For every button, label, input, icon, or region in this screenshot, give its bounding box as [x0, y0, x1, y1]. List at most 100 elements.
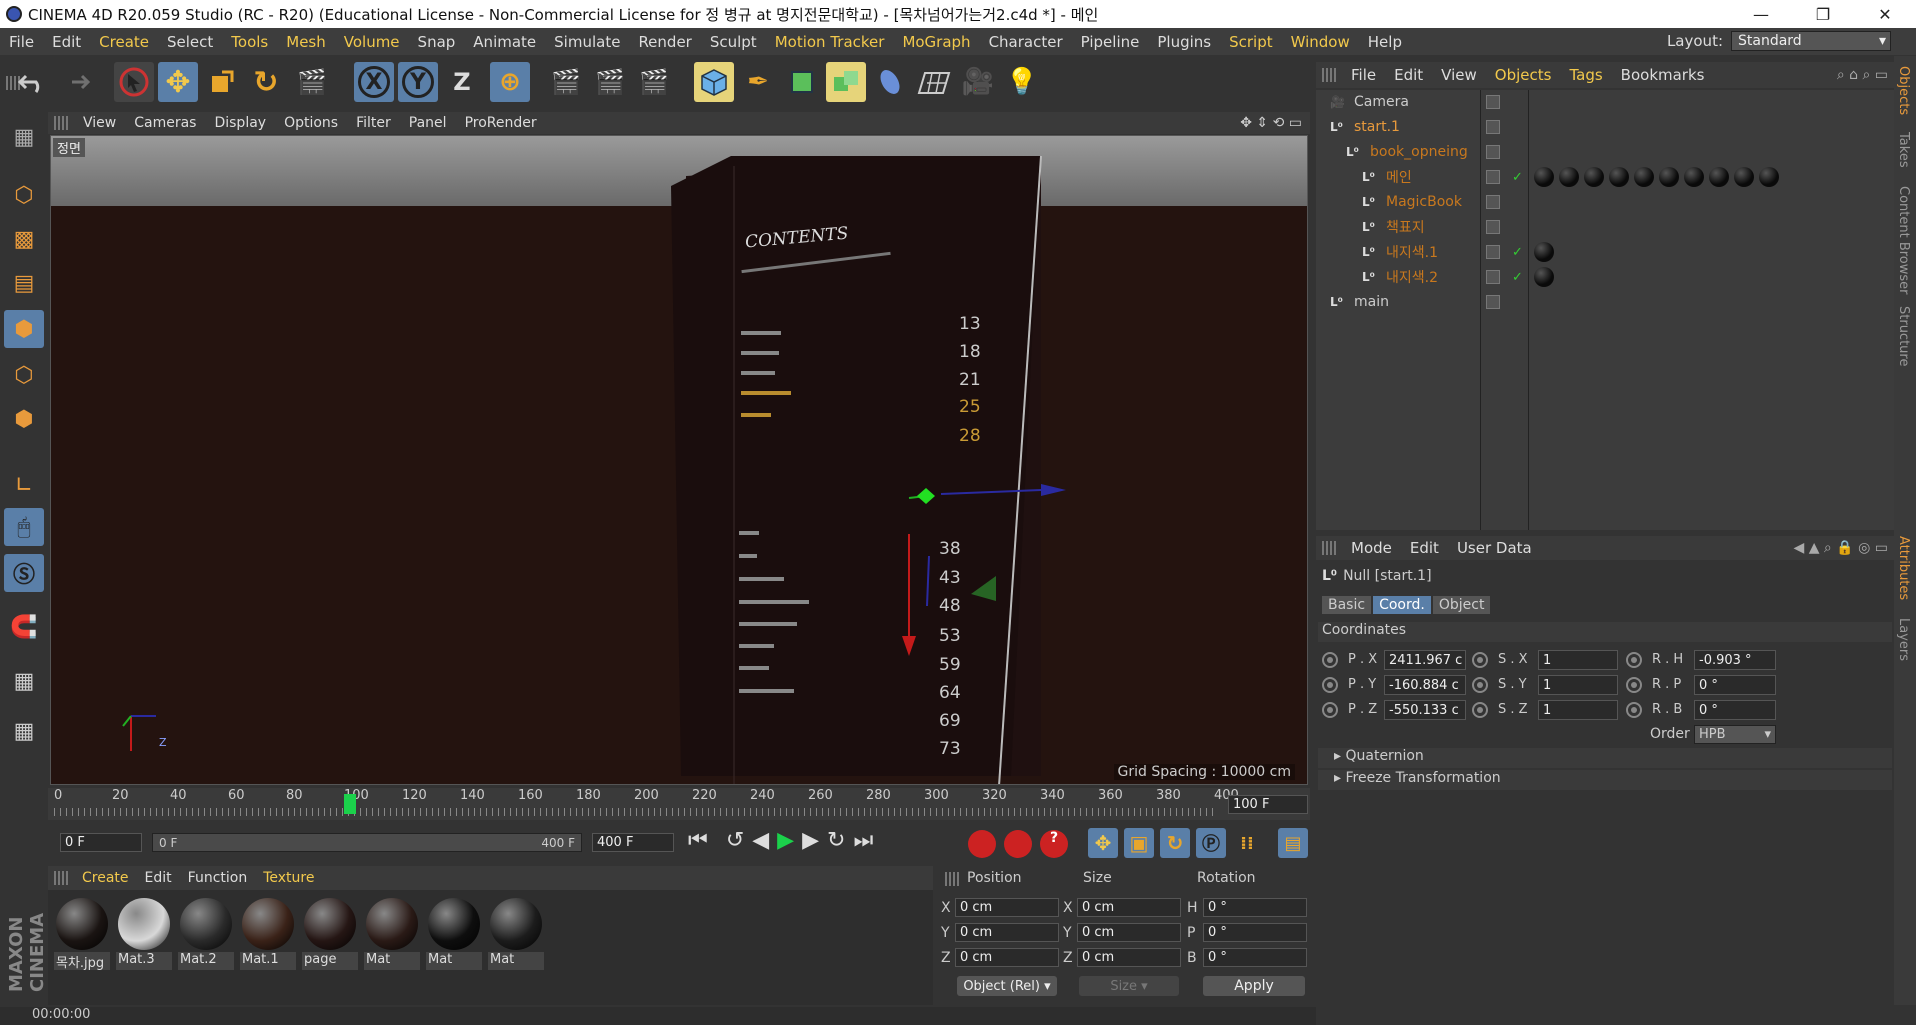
position-x-field[interactable]: 0 cm [955, 898, 1059, 917]
key-pla-icon[interactable]: ⁞⁞ [1232, 828, 1262, 858]
material-tag-icon[interactable] [1584, 167, 1604, 187]
rh-animate-toggle[interactable] [1626, 652, 1642, 668]
workplane-lock-button[interactable]: ▦ [4, 662, 44, 700]
y-axis-button[interactable]: Y [398, 62, 438, 102]
sz-animate-toggle[interactable] [1472, 702, 1488, 718]
enabled-check-icon[interactable]: ✓ [1512, 270, 1523, 285]
render-picture-viewer-button[interactable]: 🎬 [590, 62, 630, 102]
menu-snap[interactable]: Snap [409, 33, 465, 51]
move-tool-button[interactable]: ✥ [158, 62, 198, 102]
obj-menu-view[interactable]: View [1432, 66, 1486, 84]
rotation-p-field[interactable]: 0 ° [1203, 923, 1307, 942]
current-frame-field[interactable]: 0 F [60, 833, 142, 852]
key-parameter-icon[interactable]: Ⓟ [1196, 828, 1226, 858]
menu-pipeline[interactable]: Pipeline [1072, 33, 1149, 51]
visibility-toggle[interactable] [1486, 295, 1500, 309]
goto-start-button[interactable]: ⏮ [688, 828, 708, 853]
object-row[interactable]: L⁰ MagicBook [1316, 190, 1894, 214]
object-manager-nav-icons[interactable]: ⌕ ⌂ ⌕ ▭ [1837, 67, 1888, 83]
render-settings-button[interactable]: 🎬 [634, 62, 674, 102]
rb-animate-toggle[interactable] [1626, 702, 1642, 718]
next-frame-button[interactable]: ▶ [802, 828, 819, 853]
attribute-nav-icons[interactable]: ◀ ▲ ⌕ 🔒 ◎ ▭ [1794, 540, 1889, 556]
restore-button[interactable]: ❐ [1792, 0, 1854, 28]
prev-key-button[interactable]: ↺ [726, 828, 744, 853]
3d-viewport[interactable]: 정면 CONTENTS 13 18 21 25 28 38 43 48 53 5… [50, 135, 1308, 785]
object-name[interactable]: 내지색.1 [1386, 242, 1438, 262]
menu-render[interactable]: Render [629, 33, 700, 51]
vp-menu-options[interactable]: Options [275, 115, 347, 131]
menu-file[interactable]: File [0, 33, 43, 51]
attr-menu-edit[interactable]: Edit [1401, 539, 1448, 557]
tab-layers[interactable]: Layers [1896, 618, 1911, 661]
vp-menu-filter[interactable]: Filter [347, 115, 400, 131]
z-axis-button[interactable]: Z [442, 62, 482, 102]
timeline-ruler[interactable]: 0 20 40 60 80 100 120 140 160 180 200 220 240 260 280 3… [48, 788, 1310, 820]
obj-menu-bookmarks[interactable]: Bookmarks [1612, 66, 1714, 84]
visibility-toggle[interactable] [1486, 220, 1500, 234]
max-frame-field[interactable]: 400 F [592, 833, 674, 852]
deformer-button[interactable] [870, 62, 910, 102]
material-tag-icon[interactable] [1634, 167, 1654, 187]
planar-workplane-button[interactable]: ▦ [4, 712, 44, 750]
object-name[interactable]: Camera [1354, 94, 1409, 110]
menu-create[interactable]: Create [90, 33, 158, 51]
menu-tools[interactable]: Tools [222, 33, 277, 51]
menu-mograph[interactable]: MoGraph [893, 33, 979, 51]
menu-animate[interactable]: Animate [464, 33, 545, 51]
menu-volume[interactable]: Volume [335, 33, 409, 51]
menu-plugins[interactable]: Plugins [1148, 33, 1220, 51]
viewport-nav-icons[interactable]: ✥ ⇕ ⟲ ▭ [1240, 115, 1302, 131]
visibility-toggle[interactable] [1486, 120, 1500, 134]
attr-scale-y-field[interactable]: 1 [1538, 675, 1618, 695]
vp-menu-prorender[interactable]: ProRender [456, 115, 546, 131]
axis-mode-button[interactable]: ∟ [4, 466, 44, 504]
points-mode-button[interactable]: ⬢ [4, 310, 44, 348]
polygons-mode-button[interactable]: ⬢ [4, 400, 44, 438]
coord-mode-select[interactable]: Object (Rel) ▾ [957, 976, 1057, 996]
goto-end-button[interactable]: ⏭ [853, 828, 873, 853]
camera-button[interactable]: 🎥 [958, 62, 998, 102]
snap-button[interactable]: 🧲 [4, 608, 44, 646]
close-button[interactable]: ✕ [1854, 0, 1916, 28]
recent-tools-button[interactable]: 🎬 [292, 62, 332, 102]
visibility-toggle[interactable] [1486, 145, 1500, 159]
quaternion-section[interactable]: ▸ Quaternion [1318, 748, 1892, 768]
visibility-toggle[interactable] [1486, 245, 1500, 259]
attr-menu-mode[interactable]: Mode [1342, 539, 1401, 557]
material-swatch[interactable]: Mat.2 [178, 896, 234, 972]
prev-frame-button[interactable]: ◀ [752, 828, 769, 853]
cloner-button[interactable] [826, 62, 866, 102]
edges-mode-button[interactable]: ⬡ [4, 356, 44, 394]
material-swatch[interactable]: Mat.1 [240, 896, 296, 972]
object-name[interactable]: 메인 [1386, 167, 1412, 187]
render-view-button[interactable]: 🎬 [546, 62, 586, 102]
mat-menu-edit[interactable]: Edit [137, 870, 180, 886]
model-mode-button[interactable]: ⬡ [4, 176, 44, 214]
menu-edit[interactable]: Edit [43, 33, 90, 51]
mat-menu-texture[interactable]: Texture [255, 870, 322, 886]
texture-mode-button[interactable]: ▩ [4, 220, 44, 258]
rotation-h-field[interactable]: 0 ° [1203, 898, 1307, 917]
vp-menu-panel[interactable]: Panel [400, 115, 456, 131]
record-button[interactable] [968, 830, 996, 858]
material-tag-icon[interactable] [1609, 167, 1629, 187]
object-row[interactable]: L⁰ main [1316, 290, 1894, 314]
attr-rotation-b-field[interactable]: 0 ° [1694, 700, 1776, 720]
material-swatch[interactable]: page [302, 896, 358, 972]
object-name[interactable]: book_opneing [1370, 144, 1468, 160]
next-key-button[interactable]: ↻ [827, 828, 845, 853]
tab-attributes[interactable]: Attributes [1896, 536, 1911, 600]
pz-animate-toggle[interactable] [1322, 702, 1338, 718]
menu-window[interactable]: Window [1282, 33, 1359, 51]
light-button[interactable]: 💡 [1002, 62, 1042, 102]
object-name[interactable]: 책표지 [1386, 217, 1425, 237]
attr-rotation-p-field[interactable]: 0 ° [1694, 675, 1776, 695]
enabled-check-icon[interactable]: ✓ [1512, 245, 1523, 260]
menu-script[interactable]: Script [1220, 33, 1282, 51]
floor-button[interactable] [914, 62, 954, 102]
visibility-toggle[interactable] [1486, 270, 1500, 284]
material-tag-icon[interactable] [1534, 242, 1554, 262]
object-row[interactable]: L⁰ 내지색.1 ✓ [1316, 240, 1894, 264]
position-z-field[interactable]: 0 cm [955, 948, 1059, 967]
